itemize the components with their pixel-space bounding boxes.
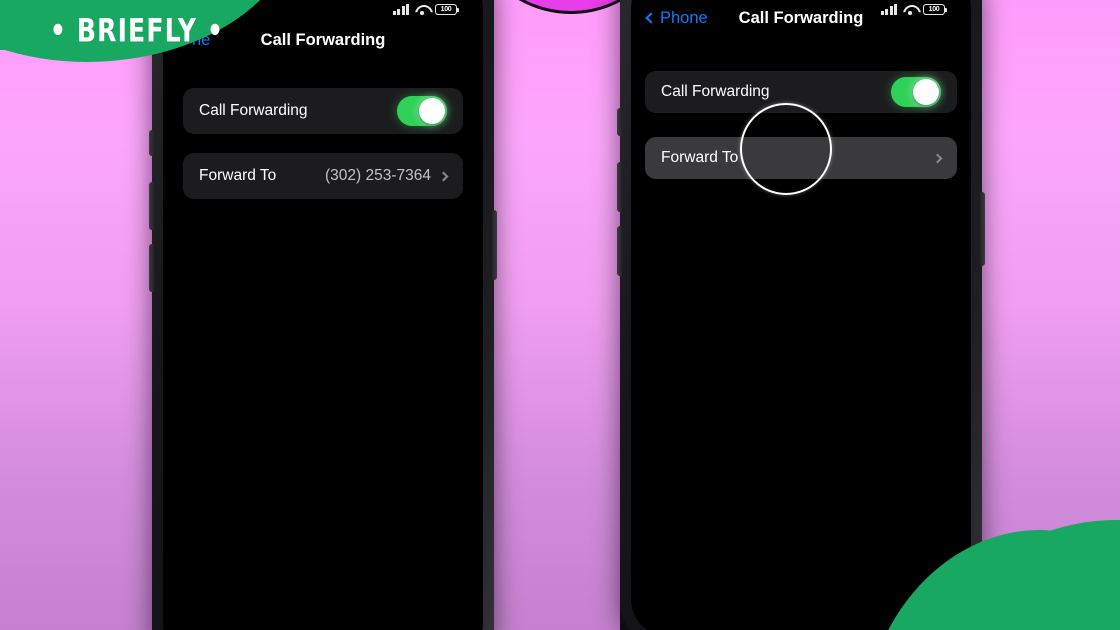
settings-group-right: Call Forwarding Forward To <box>631 71 971 179</box>
battery-icon: 100 <box>435 3 459 15</box>
brand-logo: • BRIEFLY • <box>49 13 225 50</box>
row-call-forwarding-left[interactable]: Call Forwarding <box>183 88 463 134</box>
call-forwarding-toggle-left[interactable] <box>397 96 447 126</box>
nav-bar-right: Phone Call Forwarding <box>631 0 971 37</box>
phone-screen-right: 100 Phone Call Forwarding Call Forwardin… <box>631 0 971 630</box>
row-forward-to-left[interactable]: Forward To (302) 253-7364 <box>183 153 463 199</box>
row-forward-to-right[interactable]: Forward To <box>645 137 957 179</box>
back-button-label-right: Phone <box>660 8 708 27</box>
settings-group-left: Call Forwarding Forward To (302) 253-736… <box>163 88 483 199</box>
phone-device-right: 100 Phone Call Forwarding Call Forwardin… <box>617 0 985 630</box>
chevron-right-icon <box>438 171 449 181</box>
toggle-knob <box>419 98 445 124</box>
phone-screen-left: 100 ne Call Forwarding Call Forwarding F… <box>163 0 483 630</box>
volume-up-right[interactable] <box>617 162 622 212</box>
silent-switch-right[interactable] <box>617 108 622 136</box>
silent-switch-left[interactable] <box>149 130 154 156</box>
forward-to-value-left: (302) 253-7364 <box>325 167 431 184</box>
power-button-left[interactable] <box>492 210 497 280</box>
status-indicators-left: 100 <box>392 3 459 15</box>
row-label: Call Forwarding <box>661 83 770 100</box>
power-button-right[interactable] <box>980 192 985 266</box>
chevron-right-icon <box>932 153 943 163</box>
wifi-icon <box>415 4 429 15</box>
row-label: Forward To <box>661 149 739 166</box>
volume-down-right[interactable] <box>617 226 622 276</box>
signal-bars-icon <box>392 3 409 15</box>
row-call-forwarding-right[interactable]: Call Forwarding <box>645 71 957 113</box>
battery-level-label: 100 <box>440 5 452 13</box>
volume-up-left[interactable] <box>149 182 154 230</box>
volume-down-left[interactable] <box>149 244 154 292</box>
row-value-group <box>925 153 943 163</box>
row-label: Call Forwarding <box>199 102 308 119</box>
row-value-group: (302) 253-7364 <box>325 167 449 185</box>
call-forwarding-toggle-right[interactable] <box>891 77 941 107</box>
row-label: Forward To <box>199 167 277 184</box>
chevron-left-icon <box>645 12 657 24</box>
toggle-knob <box>913 79 939 105</box>
back-button-right[interactable]: Phone <box>645 8 708 28</box>
phone-device-left: 100 ne Call Forwarding Call Forwarding F… <box>149 0 497 630</box>
screenshot-stage: 100 ne Call Forwarding Call Forwarding F… <box>0 0 1120 630</box>
